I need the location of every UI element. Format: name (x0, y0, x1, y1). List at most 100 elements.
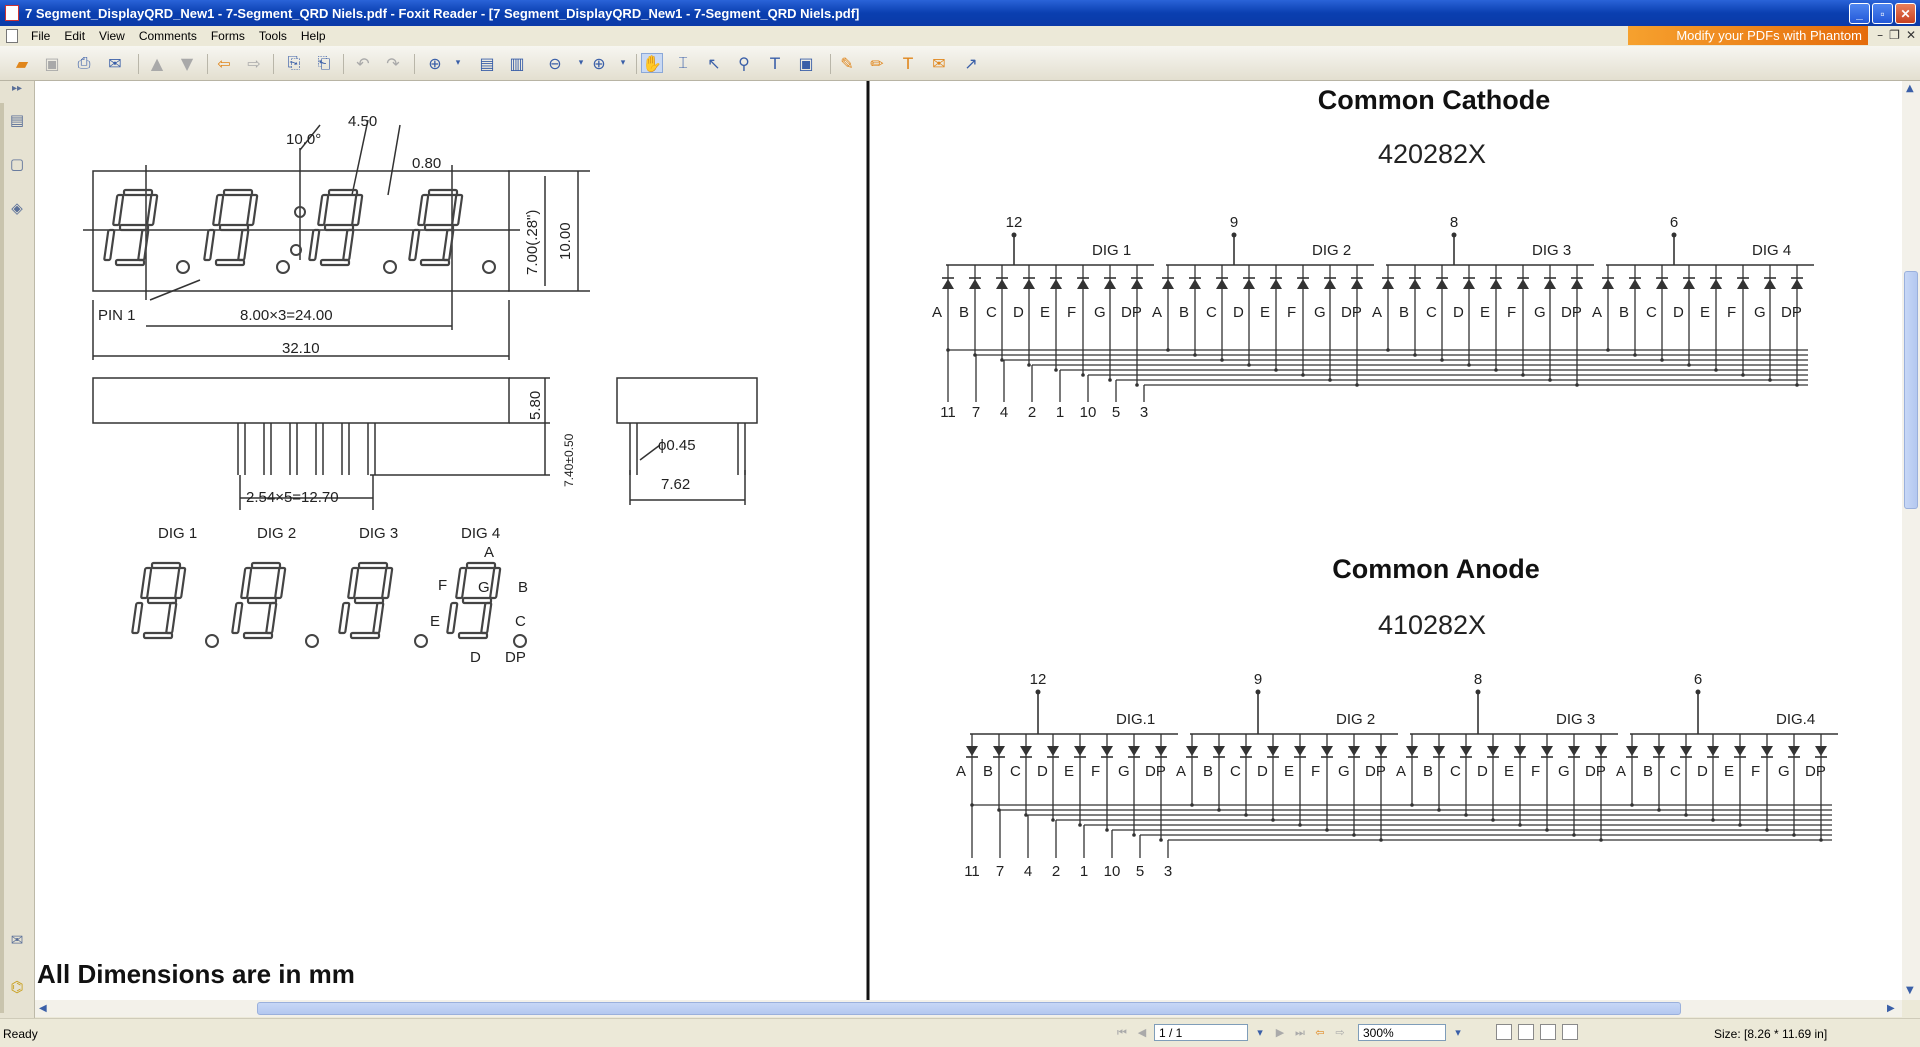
menu-file[interactable]: File (24, 29, 57, 43)
zoom-select-dropdown-icon[interactable]: ▾ (1450, 1025, 1466, 1041)
doc-minimize-icon[interactable]: – (1877, 28, 1883, 42)
cathode-segment-label: F (1287, 304, 1296, 321)
previous-page-icon[interactable]: ▲ (146, 53, 168, 73)
zoom-out-dropdown-icon[interactable]: ▾ (575, 53, 587, 73)
menu-edit[interactable]: Edit (57, 29, 92, 43)
dim-7-40: 7.40±0.50 (562, 433, 576, 487)
email-icon[interactable]: ✉ (104, 53, 126, 73)
fit-page-icon[interactable]: ▤ (476, 53, 498, 73)
anode-bottom-pin: 3 (1164, 863, 1172, 880)
document-view[interactable]: 10.0° 4.50 0.80 7.00(.28") 10.00 PIN 1 8… (35, 81, 1902, 1000)
next-page-icon[interactable]: ▼ (176, 53, 198, 73)
zoom-out-icon[interactable]: ⊖ (544, 53, 566, 73)
undo-icon[interactable]: ↶ (352, 53, 374, 73)
comments-panel-icon[interactable]: ✉ (5, 927, 29, 953)
vertical-scroll-thumb[interactable] (1904, 271, 1918, 509)
doc-restore-icon[interactable]: ❐ (1889, 28, 1900, 42)
textbox-icon[interactable]: T (897, 53, 919, 73)
anode-segment-label: E (1724, 763, 1734, 780)
scroll-down-icon[interactable]: ▼ (1906, 985, 1914, 996)
cathode-segment-label: C (1426, 304, 1437, 321)
cathode-segment-label: D (1233, 304, 1244, 321)
close-button[interactable]: ✕ (1895, 3, 1916, 24)
menu-comments[interactable]: Comments (132, 29, 204, 43)
save-icon[interactable]: ▣ (41, 53, 63, 73)
expand-panel-icon[interactable]: ▸▸ (5, 81, 29, 95)
text-viewer-icon[interactable]: T (764, 53, 786, 73)
next-page-status-icon[interactable]: ▶ (1272, 1025, 1288, 1041)
extract-page-icon[interactable]: ⎘ (283, 53, 305, 73)
menu-help[interactable]: Help (294, 29, 333, 43)
insert-page-icon[interactable]: ⎗ (313, 53, 335, 73)
continuous-facing-view-icon[interactable] (1562, 1024, 1578, 1040)
cathode-diode (1023, 279, 1035, 289)
horizontal-scroll-thumb[interactable] (257, 1002, 1681, 1015)
redo-icon[interactable]: ↷ (382, 53, 404, 73)
vertical-scrollbar[interactable]: ▲ ▼ (1902, 81, 1920, 1000)
cathode-bottom-pin: 7 (972, 404, 980, 421)
snapshot-icon[interactable]: ▣ (795, 53, 817, 73)
scroll-left-icon[interactable]: ◀ (39, 1003, 47, 1014)
arrow-tool-icon[interactable]: ↗ (960, 53, 982, 73)
zoom-in-icon[interactable]: ⊕ (588, 53, 610, 73)
scroll-up-icon[interactable]: ▲ (1906, 83, 1914, 94)
anode-segment-label: G (1338, 763, 1350, 780)
anode-heading: Common Anode (1332, 554, 1539, 584)
status-bar: Ready ⏮ ◀ 1 / 1 ▾ ▶ ⏭ ⇦ ⇨ 300% ▾ Size: [… (0, 1018, 1920, 1047)
attachments-icon[interactable]: ⌬ (5, 974, 29, 1000)
page-number-field[interactable]: 1 / 1 (1154, 1024, 1248, 1041)
continuous-view-icon[interactable] (1518, 1024, 1534, 1040)
bookmarks-icon[interactable]: ▤ (5, 107, 29, 133)
maximize-button[interactable]: ▫ (1872, 3, 1893, 24)
pencil-icon[interactable]: ✏ (866, 53, 888, 73)
cathode-diode (1104, 279, 1116, 289)
pages-icon[interactable]: ▢ (5, 151, 29, 177)
fit-width-icon[interactable]: ▥ (506, 53, 528, 73)
cathode-diode (1571, 279, 1583, 289)
hand-tool-icon[interactable]: ✋ (641, 53, 663, 73)
anode-diode (1128, 746, 1140, 756)
page-dropdown-icon[interactable]: ▾ (1252, 1025, 1268, 1041)
zoom-dropdown-icon[interactable]: ▾ (452, 53, 464, 73)
doc-close-icon[interactable]: ✕ (1906, 28, 1916, 42)
layers-icon[interactable]: ◈ (5, 195, 29, 221)
facing-view-icon[interactable] (1540, 1024, 1556, 1040)
zoom-in-tool-icon[interactable]: ⊕ (424, 53, 446, 73)
first-page-icon[interactable]: ⏮ (1114, 1025, 1130, 1041)
forward-arrow-icon[interactable]: ⇨ (243, 53, 265, 73)
prev-page-icon[interactable]: ◀ (1134, 1025, 1150, 1041)
horizontal-scrollbar[interactable]: ◀ ▶ (35, 1000, 1902, 1017)
phantom-promo-banner[interactable]: Modify your PDFs with Phantom (1628, 26, 1868, 45)
typewriter-icon[interactable]: ✎ (836, 53, 858, 73)
scroll-right-icon[interactable]: ▶ (1887, 1003, 1895, 1014)
zoom-field[interactable]: 300% (1358, 1024, 1446, 1041)
find-icon[interactable]: ⚲ (733, 53, 755, 73)
anode-segment-label: A (1176, 763, 1186, 780)
single-page-view-icon[interactable] (1496, 1024, 1512, 1040)
anode-segment-label: B (1203, 763, 1213, 780)
anode-diode (1321, 746, 1333, 756)
menu-forms[interactable]: Forms (204, 29, 252, 43)
document-icon[interactable] (6, 29, 18, 43)
select-text-icon[interactable]: ⌶ (672, 53, 694, 73)
cathode-segment-label: A (1152, 304, 1162, 321)
last-page-icon[interactable]: ⏭ (1292, 1025, 1308, 1041)
zoom-in-dropdown-icon[interactable]: ▾ (617, 53, 629, 73)
back-arrow-icon[interactable]: ⇦ (213, 53, 235, 73)
seg-a-label: A (484, 544, 494, 561)
menu-view[interactable]: View (92, 29, 132, 43)
anode-segment-label: G (1778, 763, 1790, 780)
menu-tools[interactable]: Tools (252, 29, 294, 43)
anode-diode (1707, 746, 1719, 756)
minimize-button[interactable]: _ (1849, 3, 1870, 24)
select-annotation-icon[interactable]: ↖ (703, 53, 725, 73)
seg-f-label: F (438, 577, 447, 594)
note-icon[interactable]: ✉ (928, 53, 950, 73)
anode-common-pin-2: 9 (1254, 671, 1262, 688)
go-forward-icon[interactable]: ⇨ (1332, 1025, 1348, 1041)
open-icon[interactable]: ▰ (11, 53, 33, 73)
print-icon[interactable]: ⎙ (73, 53, 95, 73)
go-back-icon[interactable]: ⇦ (1312, 1025, 1328, 1041)
anode-segment-label: E (1284, 763, 1294, 780)
cathode-diode (1131, 279, 1143, 289)
